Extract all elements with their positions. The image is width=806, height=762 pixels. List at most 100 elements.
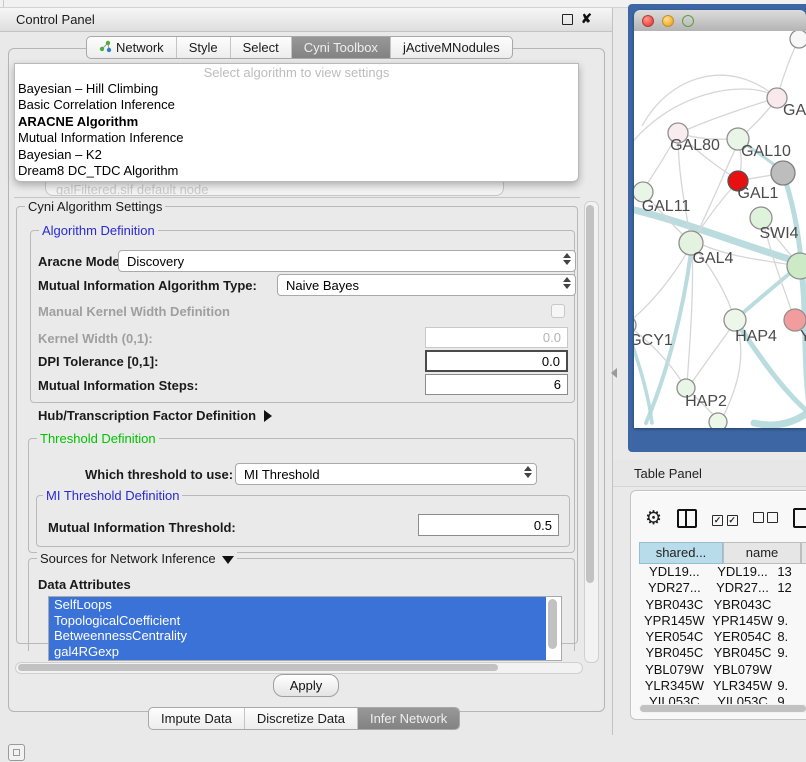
bottom-tab-impute-data[interactable]: Impute Data — [149, 708, 245, 729]
kernel-width-field[interactable] — [425, 327, 568, 348]
algorithm-option[interactable]: Mutual Information Inference — [15, 130, 578, 146]
checked-pair-icon[interactable]: ✓ ✓ — [712, 511, 738, 526]
mi-type-combo[interactable]: Naive Bayes — [277, 274, 576, 296]
table-column-header[interactable]: shared... — [639, 542, 723, 564]
node-top-right[interactable] — [790, 31, 806, 48]
table-row[interactable]: YBR043CYBR043C — [639, 597, 806, 613]
network-canvas[interactable]: GALGAL80GAL10GAL1GAL11SWI4GAL4HAP4YGCY1H… — [634, 31, 806, 428]
split-divider-arrow-icon[interactable] — [611, 368, 617, 378]
mi-steps-field[interactable] — [425, 374, 568, 395]
node-gal7-label: GAL — [783, 102, 806, 119]
minimize-traffic-light-icon[interactable] — [662, 15, 674, 27]
attribute-list-item[interactable]: BetweennessCentrality — [49, 628, 546, 644]
close-icon[interactable]: ✘ — [581, 11, 592, 27]
zoom-traffic-light-icon[interactable] — [682, 15, 694, 27]
table-row[interactable]: YPR145WYPR145W9. — [639, 613, 806, 629]
table-row[interactable]: YDR27...YDR27...12 — [639, 580, 806, 596]
algorithm-option[interactable]: Bayesian – K2 — [15, 147, 578, 163]
table-horizontal-scrollbar[interactable] — [639, 704, 806, 713]
aracne-mode-combo[interactable]: Discovery — [118, 250, 576, 272]
tab-label: Discretize Data — [257, 711, 345, 726]
tab-label: Style — [189, 40, 218, 55]
table-cell: 9. — [775, 645, 806, 661]
table-row[interactable]: YDL19...YDL19...13 — [639, 564, 806, 580]
table-cell: YBR043C — [639, 597, 710, 613]
tab-network[interactable]: Network — [87, 37, 177, 58]
network-view-frame: GALGAL80GAL10GAL1GAL11SWI4GAL4HAP4YGCY1H… — [628, 4, 806, 452]
groupbox-edge — [14, 197, 580, 198]
table-cell: YPR145W — [710, 613, 776, 629]
tab-style[interactable]: Style — [177, 37, 231, 58]
dpi-tolerance-field[interactable] — [425, 350, 568, 372]
table-cell: YLR345W — [710, 678, 776, 694]
control-panel-tabbar: Network Style SelectCyni ToolboxjActiveMNo… — [86, 36, 513, 59]
aracne-mode-label: Aracne Mode: — [38, 254, 124, 269]
table-panel-card: ⚙ ✓ ✓ shared...name YDL19...YDL19...13YD… — [630, 490, 806, 720]
algorithm-option[interactable]: Dream8 DC_TDC Algorithm — [15, 163, 578, 179]
table-cell: YDR27... — [639, 580, 710, 596]
table-row[interactable]: YBL079WYBL079W — [639, 662, 806, 678]
algorithm-option[interactable]: Basic Correlation Inference — [15, 97, 578, 113]
tab-cyni-toolbox[interactable]: Cyni Toolbox — [292, 37, 391, 58]
algorithm-option[interactable]: ARACNE Algorithm — [15, 114, 578, 130]
node-hap4-label: HAP4 — [735, 328, 777, 345]
table-panel-titlebar: Table Panel — [613, 460, 806, 487]
bottom-tab-infer-network[interactable]: Infer Network — [358, 708, 459, 729]
sources-group-toggle[interactable]: Sources for Network Inference — [37, 551, 237, 566]
table-cell: YDL19... — [710, 564, 776, 580]
node-gal80-label: GAL80 — [670, 137, 720, 154]
table-cell: YBR045C — [710, 645, 776, 661]
node-big-green[interactable] — [787, 253, 806, 279]
attribute-list-item[interactable]: TopologicalCoefficient — [49, 613, 546, 629]
float-window-icon[interactable] — [562, 14, 573, 25]
tab-select[interactable]: Select — [231, 37, 292, 58]
table-toolbar: ⚙ ✓ ✓ — [631, 499, 806, 537]
mi-type-label: Mutual Information Algorithm Type: — [38, 278, 257, 293]
network-window-titlebar[interactable] — [634, 10, 806, 32]
close-traffic-light-icon[interactable] — [642, 15, 654, 27]
apply-button[interactable]: Apply — [273, 674, 339, 697]
dock-panel-icon[interactable] — [8, 744, 25, 761]
attribute-list-scrollbar[interactable] — [547, 597, 558, 657]
group-title-algorithm-definition: Algorithm Definition — [39, 223, 158, 238]
gear-icon[interactable]: ⚙ — [645, 509, 662, 528]
table-row[interactable]: YLR345WYLR345W9. — [639, 678, 806, 694]
unchecked-pair-icon[interactable] — [753, 511, 779, 526]
manual-kernel-checkbox[interactable] — [551, 304, 565, 318]
table-cell: 12 — [775, 580, 806, 596]
settings-vertical-scrollbar[interactable] — [584, 201, 599, 663]
file-icon[interactable] — [793, 508, 806, 528]
bottom-tabbar: Impute Data Discretize Data Infer Network — [148, 707, 460, 730]
table-header-row: shared...name — [639, 542, 806, 564]
table-cell: YBL079W — [639, 662, 710, 678]
table-cell: YDR27... — [710, 580, 776, 596]
which-threshold-label: Which threshold to use: — [85, 467, 233, 482]
settings-horizontal-scrollbar[interactable] — [15, 662, 583, 674]
which-threshold-value: MI Threshold — [244, 467, 320, 482]
table-rows: YDL19...YDL19...13YDR27...YDR27...12YBR0… — [639, 564, 806, 711]
table-column-header[interactable] — [801, 542, 806, 564]
table-cell: YBR045C — [639, 645, 710, 661]
node-salmon-label: Y — [800, 328, 806, 345]
table-row[interactable]: YER054CYER054C8. — [639, 629, 806, 645]
node-swi4-label: SWI4 — [759, 225, 798, 242]
expanded-arrow-icon — [222, 556, 234, 564]
mi-steps-label: Mutual Information Steps: — [38, 378, 198, 393]
which-threshold-combo[interactable]: MI Threshold — [235, 463, 537, 485]
bottom-tab-discretize-data[interactable]: Discretize Data — [245, 708, 358, 729]
hub-section-toggle[interactable]: Hub/Transcription Factor Definition — [38, 408, 272, 423]
panel-title: Control Panel — [16, 12, 95, 27]
algorithm-option[interactable]: Bayesian – Hill Climbing — [15, 81, 578, 97]
node-bottom[interactable] — [709, 413, 727, 428]
tab-jactivemnodules[interactable]: jActiveMNodules — [391, 37, 512, 58]
attribute-list-item[interactable]: SelfLoops — [49, 597, 546, 613]
network-window: GALGAL80GAL10GAL1GAL11SWI4GAL4HAP4YGCY1H… — [634, 10, 806, 428]
table-cell: 9. — [775, 613, 806, 629]
table-panel-title: Table Panel — [634, 466, 702, 481]
table-column-header[interactable]: name — [723, 542, 801, 564]
table-row[interactable]: YBR045CYBR045C9. — [639, 645, 806, 661]
attribute-list-item[interactable]: gal4RGexp — [49, 644, 546, 660]
column-split-icon[interactable] — [677, 509, 697, 528]
node-gray[interactable] — [771, 161, 795, 185]
mi-threshold-field[interactable] — [418, 514, 559, 536]
